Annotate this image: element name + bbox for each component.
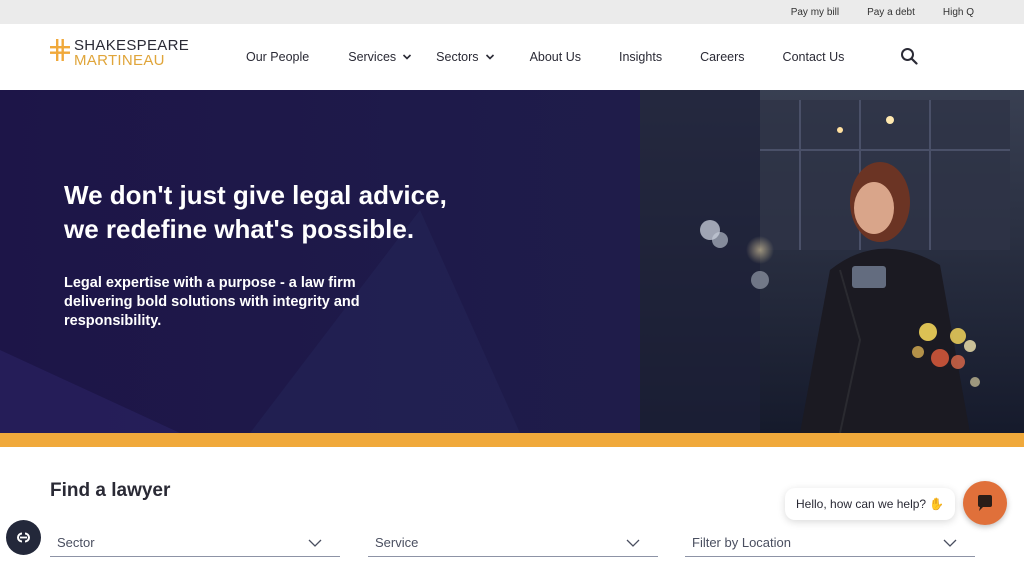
nav-label: About Us bbox=[529, 50, 581, 64]
hero-title: We don't just give legal advice, we rede… bbox=[64, 178, 544, 246]
main-nav: Our People Services Sectors About Us Ins… bbox=[246, 24, 844, 90]
logo[interactable]: SHAKESPEARE MARTINEAU bbox=[50, 38, 189, 68]
hero-title-line-1: We don't just give legal advice, bbox=[64, 180, 447, 210]
chevron-down-icon bbox=[308, 539, 322, 547]
waving-hand-icon: ✋ bbox=[929, 497, 945, 511]
nav-label: Insights bbox=[618, 50, 663, 64]
accessibility-icon bbox=[17, 532, 30, 543]
nav-label: Careers bbox=[700, 50, 745, 64]
logo-line-shakespeare: SHAKESPEARE bbox=[74, 37, 190, 54]
nav-item-services[interactable]: Services bbox=[348, 50, 412, 64]
high-q-link[interactable]: High Q bbox=[943, 7, 974, 18]
logo-mark-icon bbox=[50, 39, 70, 61]
search-icon[interactable] bbox=[900, 47, 918, 65]
hero-banner: We don't just give legal advice, we rede… bbox=[0, 90, 1024, 433]
service-select[interactable]: Service bbox=[368, 531, 658, 557]
hero-subtitle: Legal expertise with a purpose - a law f… bbox=[64, 275, 360, 329]
chat-greeting-bubble[interactable]: Hello, how can we help? ✋ bbox=[785, 488, 955, 520]
utility-bar: Pay my bill Pay a debt High Q bbox=[0, 0, 1024, 24]
accent-stripe bbox=[0, 433, 1024, 447]
sector-select-label: Sector bbox=[57, 535, 95, 550]
nav-label: Contact Us bbox=[782, 50, 845, 64]
find-lawyer-title: Find a lawyer bbox=[50, 480, 171, 501]
service-select-label: Service bbox=[375, 535, 419, 550]
nav-label: Services bbox=[348, 50, 397, 64]
chevron-down-icon bbox=[403, 54, 412, 60]
nav-item-insights[interactable]: Insights bbox=[619, 50, 662, 64]
pay-a-debt-link[interactable]: Pay a debt bbox=[867, 7, 915, 18]
hero-photo-image bbox=[0, 90, 1024, 433]
logo-wordmark: SHAKESPEARE MARTINEAU bbox=[74, 38, 189, 68]
site-header: SHAKESPEARE MARTINEAU Our People Service… bbox=[0, 24, 1024, 90]
chevron-down-icon bbox=[626, 539, 640, 547]
nav-item-careers[interactable]: Careers bbox=[700, 50, 744, 64]
chevron-down-icon bbox=[943, 539, 957, 547]
nav-label: Our People bbox=[246, 50, 310, 64]
location-select[interactable]: Filter by Location bbox=[685, 531, 975, 557]
accessibility-button[interactable] bbox=[6, 520, 41, 555]
location-select-label: Filter by Location bbox=[692, 535, 791, 550]
logo-line-martineau: MARTINEAU bbox=[74, 52, 165, 69]
nav-item-about-us[interactable]: About Us bbox=[530, 50, 581, 64]
chat-launcher-button[interactable] bbox=[963, 481, 1007, 525]
nav-label: Sectors bbox=[436, 50, 479, 64]
chat-icon bbox=[978, 495, 992, 511]
nav-item-sectors[interactable]: Sectors bbox=[436, 50, 494, 64]
nav-item-contact-us[interactable]: Contact Us bbox=[783, 50, 845, 64]
chevron-down-icon bbox=[485, 54, 494, 60]
pay-my-bill-link[interactable]: Pay my bill bbox=[791, 7, 839, 18]
hero-title-line-2: we redefine what's possible. bbox=[64, 214, 415, 244]
chat-greeting-text: Hello, how can we help? bbox=[796, 497, 927, 511]
sector-select[interactable]: Sector bbox=[50, 531, 340, 557]
utility-links: Pay my bill Pay a debt High Q bbox=[791, 0, 974, 24]
nav-item-our-people[interactable]: Our People bbox=[246, 50, 309, 64]
